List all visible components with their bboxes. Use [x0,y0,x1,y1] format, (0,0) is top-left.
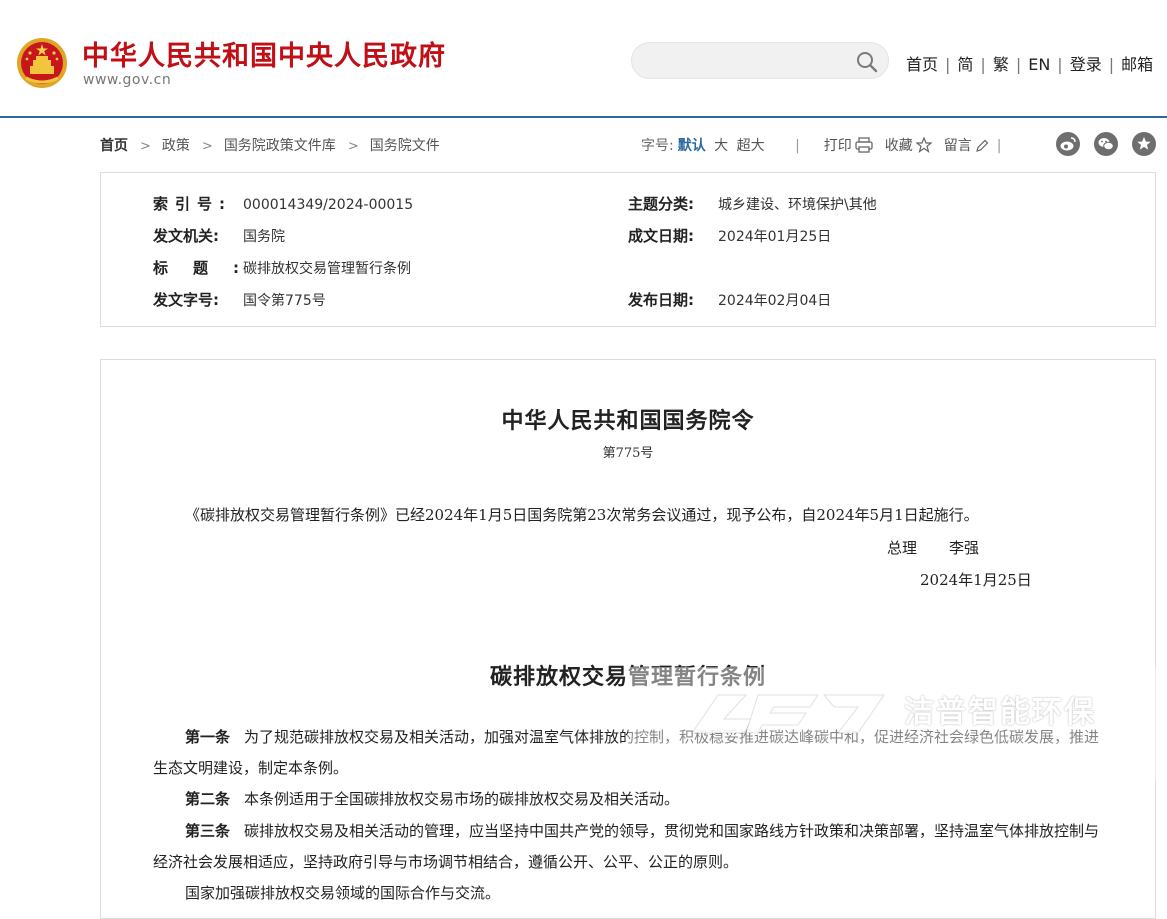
nav-traditional-link[interactable]: 繁 [993,55,1009,74]
info-value: 碳排放权交易管理暂行条例 [243,261,411,277]
nav-divider: | [945,55,951,74]
site-header: 中华人民共和国中央人民政府 www.gov.cn 首页 | 简 | 繁 | EN | 登录 | 邮箱 [0,0,1167,117]
info-title: 标题:碳排放权交易管理暂行条例 [153,257,411,278]
star-outline-icon[interactable] [915,137,932,153]
pencil-icon[interactable] [975,139,989,153]
info-value: 国务院 [243,229,285,245]
search-box [631,42,889,79]
site-url: www.gov.cn [83,72,172,88]
nav-home-link[interactable]: 首页 [906,55,938,74]
article-text: 为了规范碳排放权交易及相关活动，加强对温室气体排放的控制，积极稳妥推进碳达峰碳中… [153,728,1100,777]
info-value: 国令第775号 [243,293,326,309]
info-label: 主题分类: [628,195,694,213]
announcement-text: 《碳排放权交易管理暂行条例》已经2024年1月5日国务院第23次常务会议通过，现… [185,506,979,524]
info-category: 主题分类: 城乡建设、环境保护\其他 [628,193,877,214]
article-number: 第三条 [185,822,231,840]
top-nav: 首页 | 简 | 繁 | EN | 登录 | 邮箱 [906,51,1153,75]
article-text: 国家加强碳排放权交易领域的国际合作与交流。 [185,884,501,902]
document-info-box: 索引号: 000014349/2024-00015 主题分类: 城乡建设、环境保护\… [100,172,1156,327]
weibo-icon [1060,137,1076,151]
info-label: 索引号: [153,195,232,213]
info-label: 发文字号: [153,291,219,309]
breadcrumb-state-council-docs[interactable]: 国务院文件 [370,138,440,154]
info-index-no: 索引号: 000014349/2024-00015 [153,193,413,214]
info-label: 标题: [153,259,264,277]
info-value: 2024年01月25日 [718,229,832,245]
breadcrumb-policy[interactable]: 政策 [162,138,190,154]
info-value: 城乡建设、环境保护\其他 [718,197,877,213]
article-number: 第一条 [185,728,231,746]
share-favorite-button[interactable] [1132,132,1156,156]
search-icon[interactable] [855,50,879,74]
site-title[interactable]: 中华人民共和国中央人民政府 [82,34,446,73]
article-text: 本条例适用于全国碳排放权交易市场的碳排放权交易及相关活动。 [244,790,680,808]
chevron-right-icon: > [140,139,151,154]
order-title: 中华人民共和国国务院令 [501,408,755,434]
article-text: 碳排放权交易及相关活动的管理，应当坚持中国共产党的领导，贯彻党和国家路线方针政策… [153,822,1100,871]
article-paragraph: 第一条 为了规范碳排放权交易及相关活动，加强对温室气体排放的控制，积极稳妥推进碳达… [153,722,1113,784]
breadcrumb: 首页 > 政策 > 国务院政策文件库 > 国务院文件 [100,135,440,155]
print-button[interactable]: 打印 [824,138,852,154]
chevron-right-icon: > [347,139,359,154]
info-label: 成文日期: [628,227,694,245]
breadcrumb-home[interactable]: 首页 [100,138,128,154]
signer-name: 李强 [949,539,980,557]
favorite-star-icon [1137,137,1151,150]
tools-divider: | [795,138,800,154]
info-label: 发布日期: [628,291,694,309]
signer-title: 总理 [887,539,918,557]
header-divider [0,116,1167,118]
article-body: 中华人民共和国国务院令 第775号 《碳排放权交易管理暂行条例》已经2024年1… [100,359,1156,919]
page-tools: 字号: 默认 大 超大 | 打印 收藏 留言 | [641,135,1002,155]
info-label: 发文机关: [153,227,219,245]
nav-divider: | [1015,55,1022,74]
info-doc-no: 发文字号: 国令第775号 [153,289,326,310]
nav-divider: | [980,55,986,74]
font-size-large[interactable]: 大 [714,138,728,154]
regulation-title: 碳排放权交易管理暂行条例 [489,664,766,690]
nav-divider: | [1108,55,1115,74]
share-weibo-button[interactable] [1056,132,1080,156]
nav-english-link[interactable]: EN [1028,55,1050,74]
info-date-written: 成文日期: 2024年01月25日 [628,225,831,246]
order-number: 第775号 [602,446,654,461]
sign-date: 2024年1月25日 [920,571,1032,589]
info-issuer: 发文机关: 国务院 [153,225,285,246]
info-date-published: 发布日期: 2024年02月04日 [628,289,831,310]
search-input[interactable] [646,49,850,75]
tools-divider: | [996,138,1002,154]
font-size-default[interactable]: 默认 [678,138,706,154]
article-paragraph: 国家加强碳排放权交易领域的国际合作与交流。 [153,878,1113,909]
nav-divider: | [1057,55,1063,74]
article-paragraph: 第三条 碳排放权交易及相关活动的管理，应当坚持中国共产党的领导，贯彻党和国家路线方… [153,816,1113,878]
printer-icon[interactable] [855,137,873,153]
comment-button[interactable]: 留言 [944,138,972,154]
wechat-icon [1098,138,1114,151]
nav-login-link[interactable]: 登录 [1070,55,1102,74]
nav-mail-link[interactable]: 邮箱 [1121,55,1153,74]
chevron-right-icon: > [201,139,213,154]
font-size-extra-large[interactable]: 超大 [737,138,765,154]
nav-simplified-link[interactable]: 简 [957,55,973,74]
signer: 总理 李强 [887,537,979,558]
breadcrumb-policy-library[interactable]: 国务院政策文件库 [224,138,336,154]
share-wechat-button[interactable] [1094,132,1118,156]
info-value: 000014349/2024-00015 [243,197,414,213]
info-value: 2024年02月04日 [718,293,832,309]
article-paragraph: 第二条 本条例适用于全国碳排放权交易市场的碳排放权交易及相关活动。 [153,784,1113,815]
font-size-label: 字号: [641,138,674,154]
article-number: 第二条 [185,790,231,808]
national-emblem-icon[interactable] [16,36,68,90]
favorite-button[interactable]: 收藏 [885,138,913,154]
